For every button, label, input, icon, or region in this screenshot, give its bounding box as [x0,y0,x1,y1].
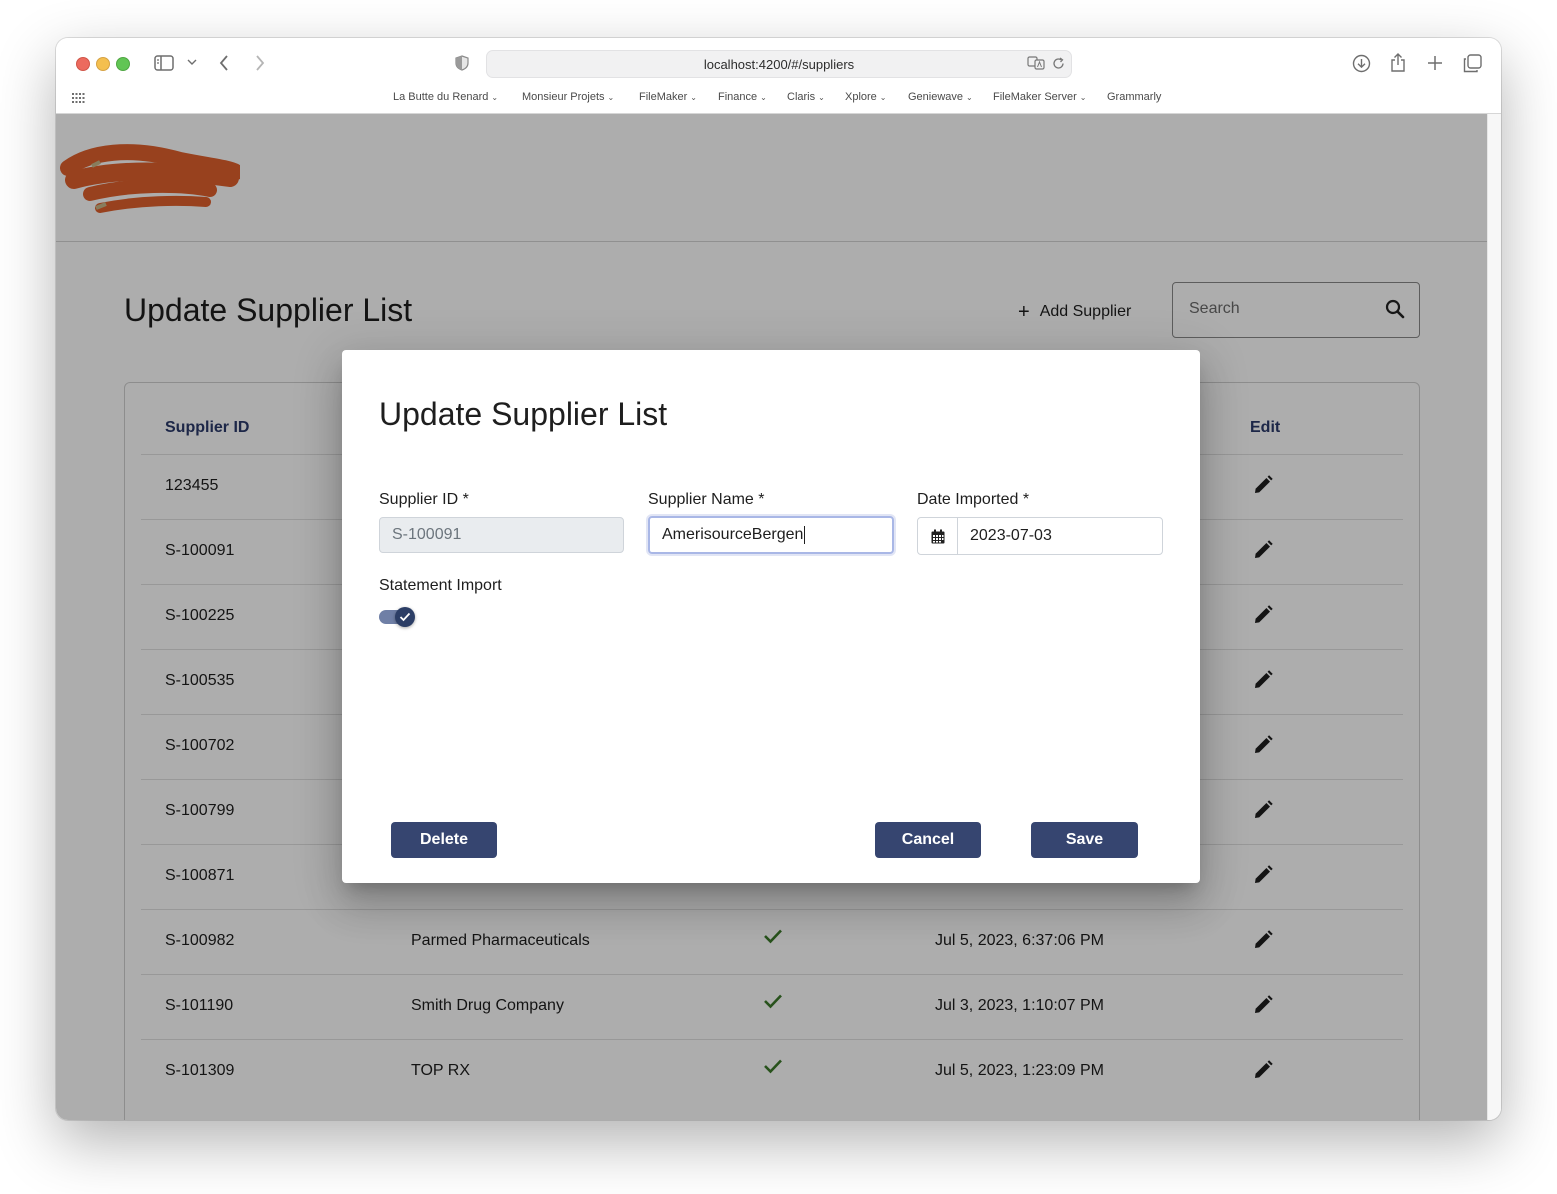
supplier-id-label: Supplier ID * [379,491,469,508]
chevron-down-icon: ⌄ [607,92,615,102]
downloads-icon[interactable] [1351,53,1371,73]
maximize-window-button[interactable] [116,57,130,71]
privacy-shield-icon[interactable] [454,54,470,72]
bookmark-grammarly[interactable]: Grammarly [1107,91,1161,103]
bookmark-filemaker-server[interactable]: FileMaker Server ⌄ [993,91,1086,103]
chevron-down-icon: ⌄ [760,92,767,102]
chevron-down-icon: ⌄ [966,92,973,102]
date-imported-label: Date Imported * [917,491,1030,508]
cancel-button[interactable]: Cancel [875,822,981,858]
bookmark-monsieur-projets[interactable]: Monsieur Projets ⌄ [522,91,614,103]
browser-toolbar: localhost:4200/#/suppliers La Butte du R… [56,38,1501,114]
close-window-button[interactable] [76,57,90,71]
tab-overview-icon[interactable] [1462,53,1482,73]
share-icon[interactable] [1388,52,1408,74]
address-bar[interactable]: localhost:4200/#/suppliers [486,50,1072,78]
checkmark-icon [395,607,415,627]
delete-button[interactable]: Delete [391,822,497,858]
supplier-name-label: Supplier Name * [648,491,765,508]
statement-import-toggle[interactable] [379,605,417,629]
chevron-down-icon: ⌄ [690,92,697,102]
chevron-down-icon: ⌄ [1079,92,1087,102]
update-supplier-dialog: Update Supplier List Supplier ID * S-100… [342,350,1200,883]
chevron-down-icon: ⌄ [818,92,825,102]
sidebar-toggle-icon[interactable] [153,54,175,72]
bookmark-la-butte-du-renard[interactable]: La Butte du Renard ⌄ [393,91,498,103]
page-scrollbar[interactable] [1487,114,1501,1120]
bookmark-xplore[interactable]: Xplore ⌄ [845,91,887,103]
bookmarks-bar: La Butte du Renard ⌄ Monsieur Projets ⌄ Fi… [56,88,1501,110]
dialog-title: Update Supplier List [379,396,668,432]
chevron-down-icon: ⌄ [879,92,887,102]
forward-icon[interactable] [252,54,268,72]
statement-import-label: Statement Import [379,577,502,594]
apps-grid-icon[interactable] [71,91,85,105]
calendar-icon[interactable] [918,518,958,554]
supplier-id-field: S-100091 [379,517,624,553]
bookmark-filemaker[interactable]: FileMaker ⌄ [639,91,697,103]
page-viewport: Update Supplier List + Add Supplier Supp… [56,114,1487,1120]
chevron-down-icon[interactable] [186,56,198,68]
supplier-id-value: S-100091 [392,526,462,543]
chevron-down-icon: ⌄ [491,92,499,102]
translate-icon[interactable] [1027,55,1045,71]
browser-window: localhost:4200/#/suppliers La Butte du R… [56,38,1501,1120]
minimize-window-button[interactable] [96,57,110,71]
reload-icon[interactable] [1051,55,1065,71]
new-tab-icon[interactable] [1425,53,1445,73]
supplier-name-field[interactable]: AmerisourceBergen [648,516,894,554]
text-cursor [804,526,806,544]
save-button[interactable]: Save [1031,822,1138,858]
bookmark-claris[interactable]: Claris ⌄ [787,91,825,103]
bookmark-geniewave[interactable]: Geniewave ⌄ [908,91,973,103]
url-text: localhost:4200/#/suppliers [703,56,855,72]
date-imported-field[interactable]: 2023-07-03 [917,517,1163,555]
back-icon[interactable] [216,54,232,72]
bookmark-finance[interactable]: Finance ⌄ [718,91,767,103]
date-imported-value: 2023-07-03 [970,527,1052,544]
supplier-name-value: AmerisourceBergen [662,526,804,543]
